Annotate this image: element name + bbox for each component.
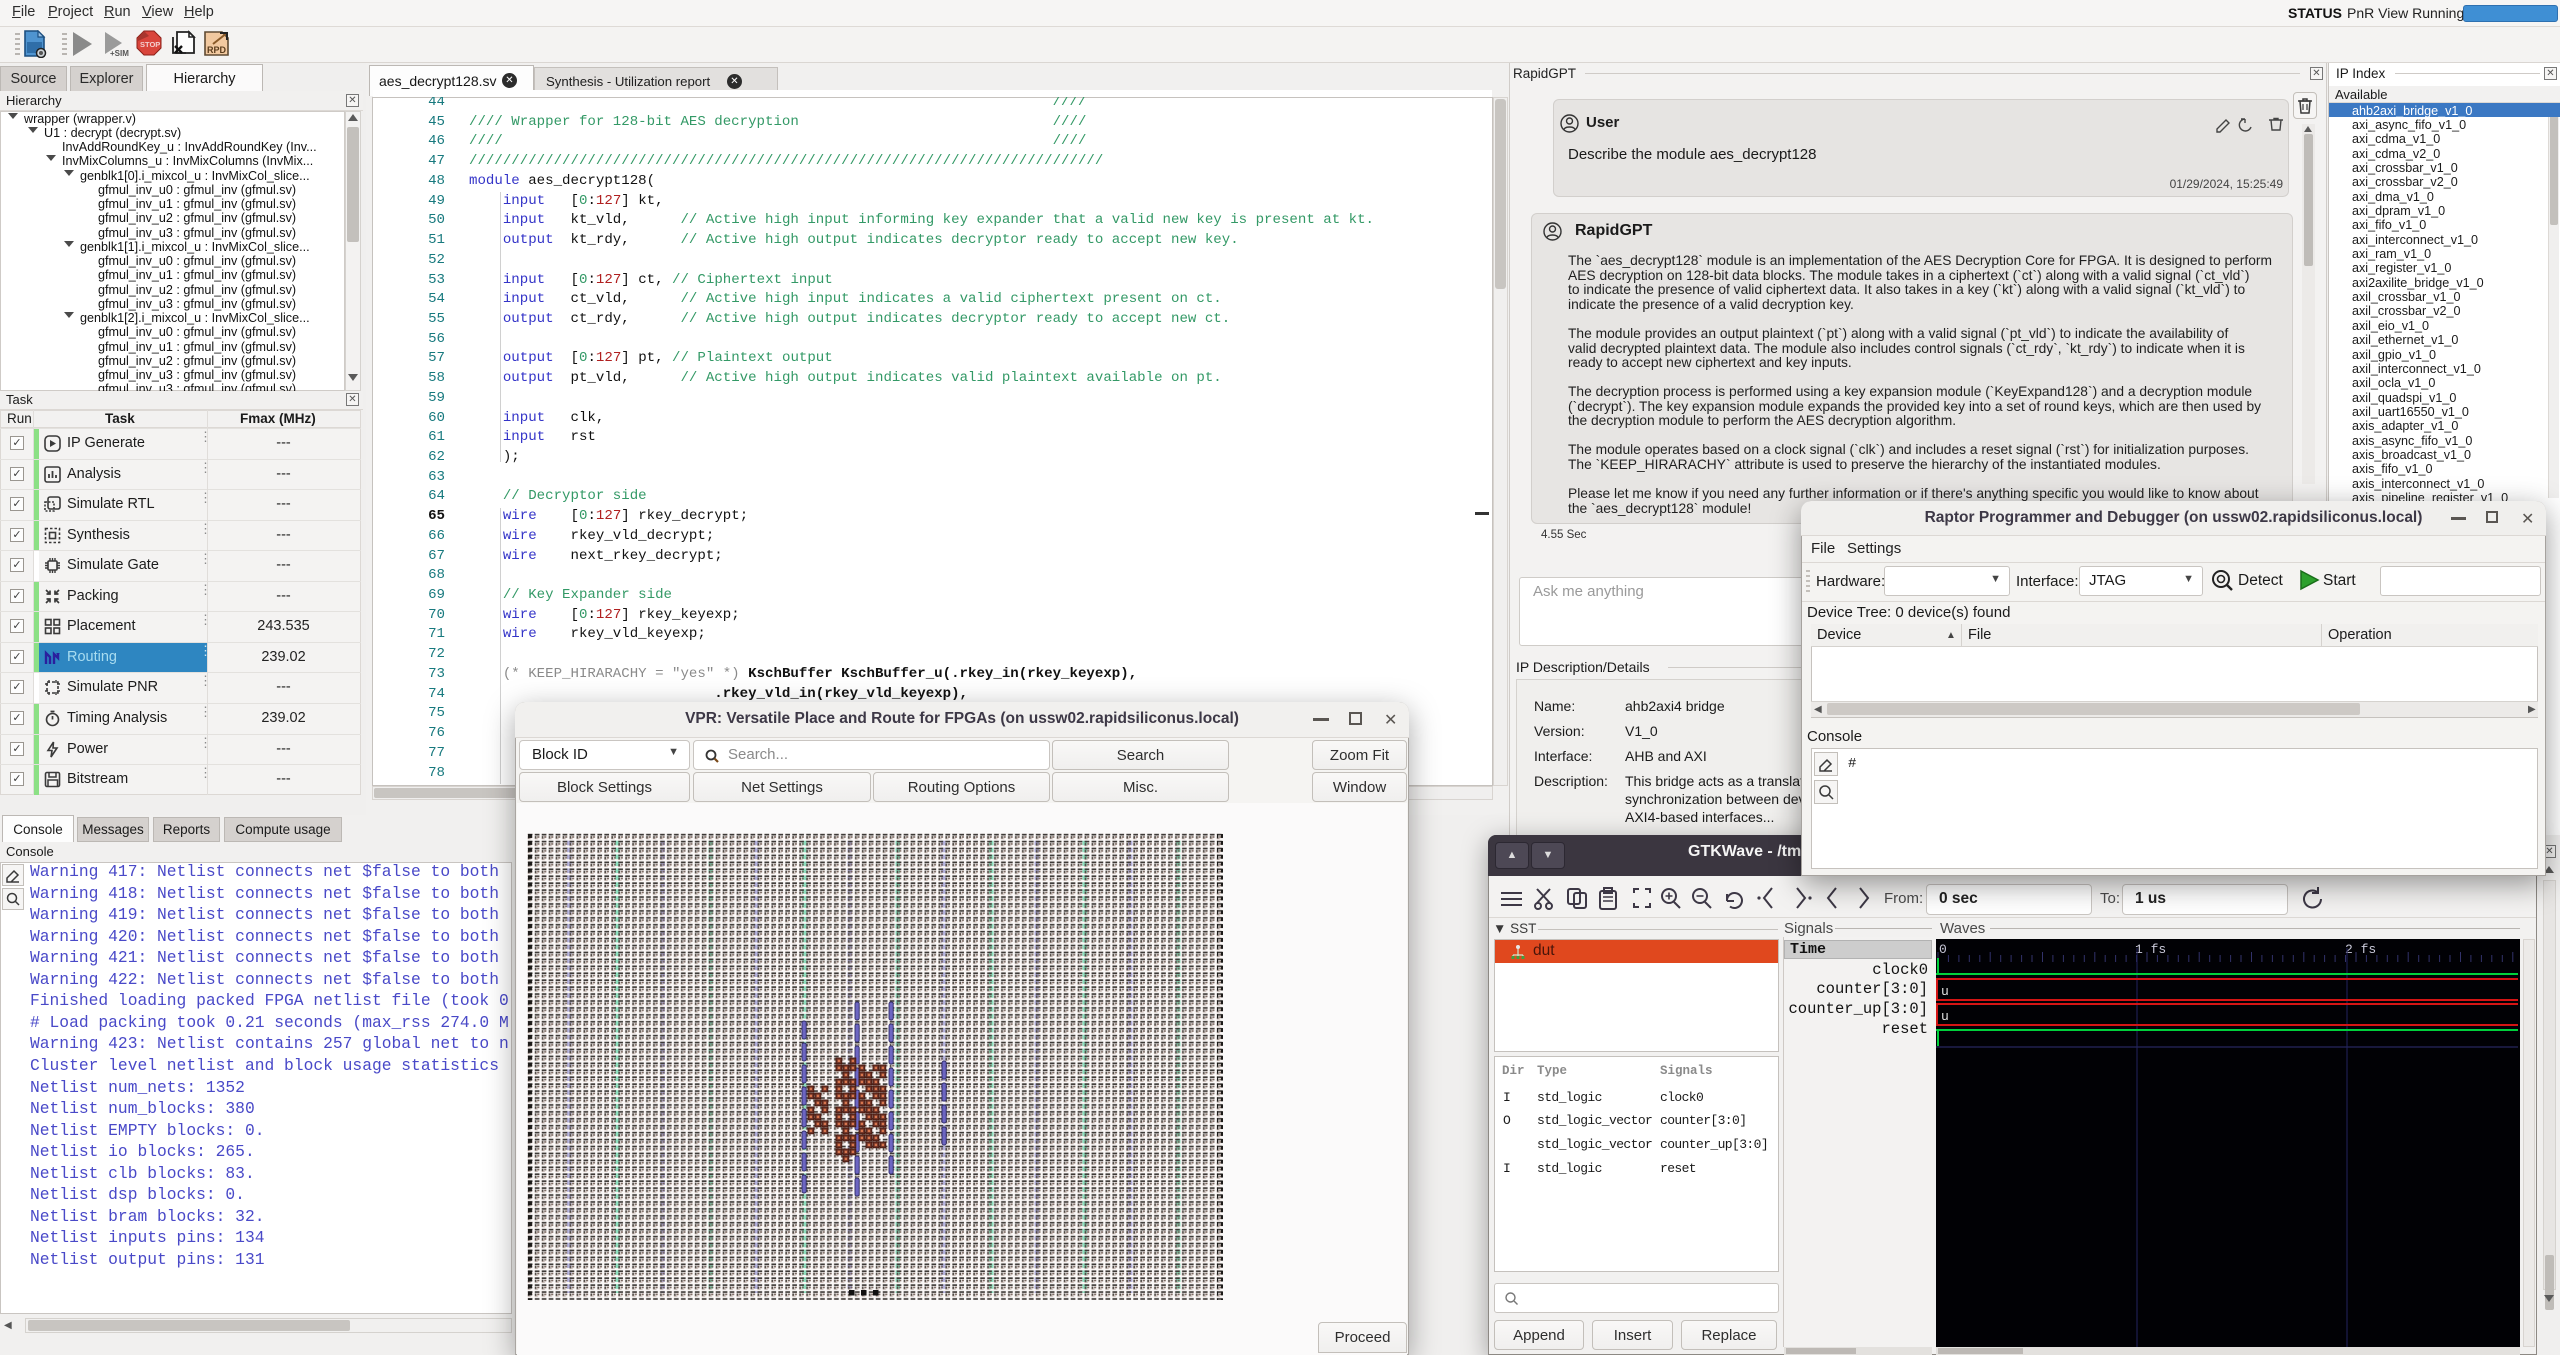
- svg-text:1 fs: 1 fs: [2135, 942, 2166, 957]
- svg-text:u: u: [1941, 984, 1949, 999]
- svg-text:+SIM: +SIM: [110, 49, 129, 57]
- svg-text:2 fs: 2 fs: [2345, 942, 2376, 957]
- svg-text:u: u: [1941, 1009, 1949, 1024]
- svg-text:RPD: RPD: [207, 45, 227, 55]
- svg-text:0: 0: [1939, 942, 1947, 957]
- svg-text:STOP: STOP: [140, 40, 160, 49]
